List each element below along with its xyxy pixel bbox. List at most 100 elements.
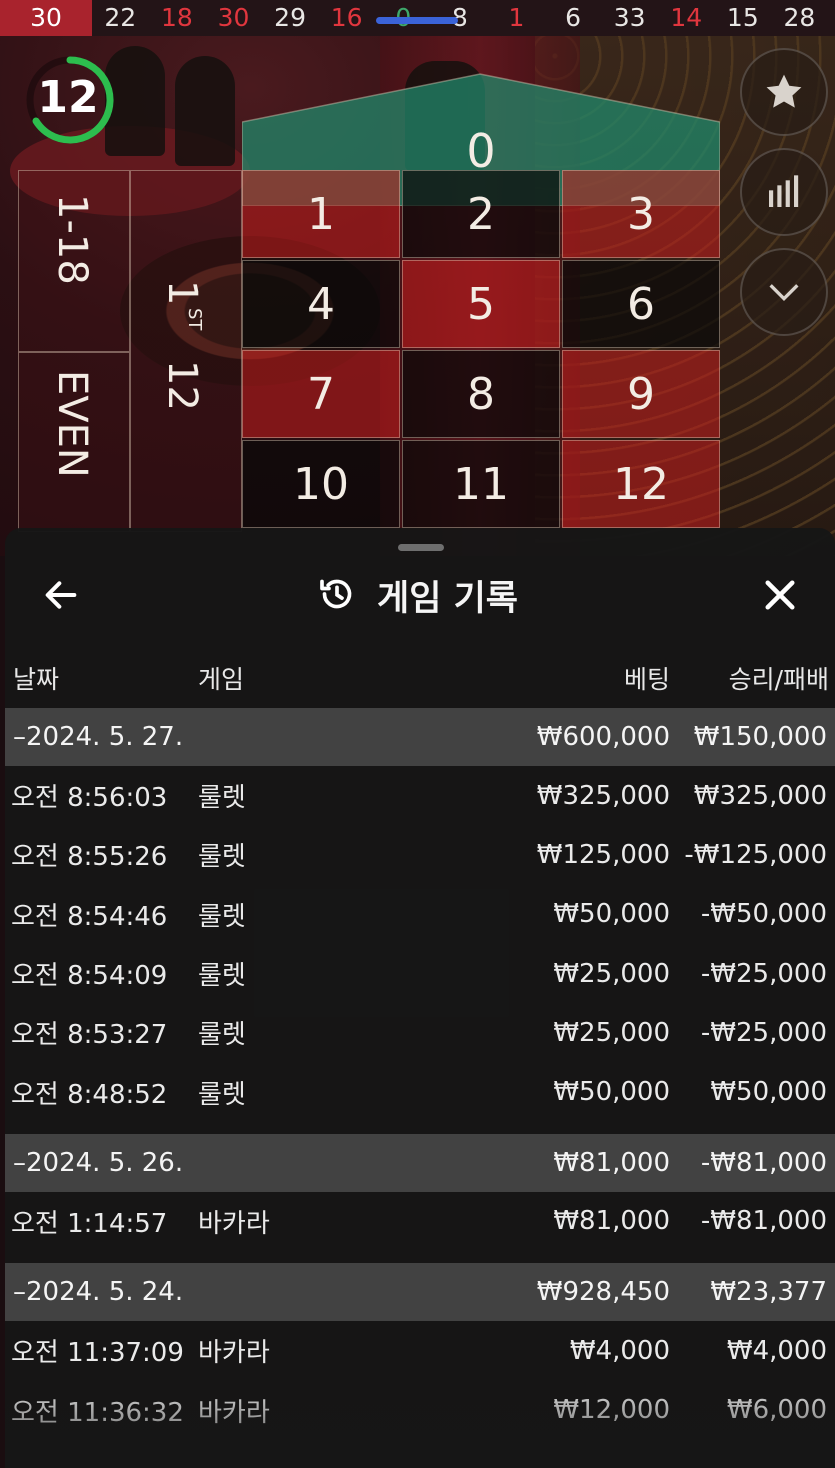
row-result: ₩50,000 bbox=[710, 1077, 827, 1108]
group-date: –2024. 5. 27. bbox=[13, 722, 184, 752]
recent-result-number: 30 bbox=[0, 0, 92, 36]
row-bet: ₩25,000 bbox=[553, 958, 670, 989]
row-bet: ₩50,000 bbox=[553, 1077, 670, 1108]
row-bet: ₩81,000 bbox=[553, 1206, 670, 1237]
history-row[interactable]: 오전 1:14:57 바카라 ₩81,000 -₩81,000 bbox=[5, 1192, 835, 1251]
bet-spot-number[interactable]: 9 bbox=[562, 350, 720, 438]
drag-handle[interactable] bbox=[398, 544, 444, 551]
bet-spot-number[interactable]: 1 bbox=[242, 170, 400, 258]
row-result: -₩25,000 bbox=[700, 958, 827, 989]
game-history-panel: 게임 기록 날짜 게임 베팅 승리/패배 –2024. 5. 27. ₩600,0… bbox=[5, 528, 835, 1468]
row-game: 바카라 bbox=[198, 1397, 270, 1428]
date-group-header[interactable]: –2024. 5. 24. ₩928,450 ₩23,377 bbox=[5, 1263, 835, 1322]
row-bet: ₩25,000 bbox=[553, 1017, 670, 1048]
history-row[interactable]: 오전 8:54:09 룰렛 ₩25,000 -₩25,000 bbox=[5, 944, 835, 1003]
row-time: 오전 8:54:09 bbox=[11, 961, 168, 992]
history-row[interactable]: 오전 11:37:09 바카라 ₩4,000 ₩4,000 bbox=[5, 1321, 835, 1380]
row-result: ₩325,000 bbox=[693, 780, 827, 811]
results-scroll-indicator bbox=[376, 17, 458, 24]
bet-spot-number[interactable]: 12 bbox=[562, 440, 720, 528]
row-result: -₩50,000 bbox=[700, 899, 827, 930]
dozen-bet-twelve: 12 bbox=[159, 360, 205, 411]
row-game: 룰렛 bbox=[198, 1079, 246, 1110]
star-icon bbox=[766, 74, 802, 108]
row-time: 오전 8:54:46 bbox=[11, 901, 168, 932]
recent-result-number: 22 bbox=[104, 3, 137, 32]
bet-spot-number[interactable]: 6 bbox=[562, 260, 720, 348]
recent-result-number: 18 bbox=[160, 3, 193, 32]
row-game: 룰렛 bbox=[198, 1020, 246, 1051]
recent-result-number: 6 bbox=[565, 3, 581, 32]
row-time: 오전 11:37:09 bbox=[11, 1338, 184, 1369]
row-game: 룰렛 bbox=[198, 901, 246, 932]
row-bet: ₩12,000 bbox=[553, 1395, 670, 1426]
chevron-down-icon bbox=[769, 284, 799, 302]
group-date: –2024. 5. 24. bbox=[13, 1277, 184, 1308]
low-bet-label: 1-18 bbox=[49, 194, 95, 285]
even-bet-label: EVEN bbox=[49, 370, 95, 478]
dozen-bet-number: 1 bbox=[159, 280, 205, 306]
bet-spot-number[interactable]: 7 bbox=[242, 350, 400, 438]
bet-spot-number[interactable]: 8 bbox=[402, 350, 560, 438]
bet-spot-number[interactable]: 5 bbox=[402, 260, 560, 348]
recent-result-number: 15 bbox=[726, 3, 759, 32]
panel-title: 게임 기록 bbox=[377, 579, 518, 619]
group-bet-total: ₩600,000 bbox=[536, 722, 670, 752]
history-row[interactable]: 오전 8:48:52 룰렛 ₩50,000 ₩50,000 bbox=[5, 1062, 835, 1121]
row-game: 룰렛 bbox=[198, 842, 246, 873]
dozen-bet-suffix: ST bbox=[184, 308, 205, 331]
bet-spot-first-dozen[interactable] bbox=[130, 170, 242, 532]
row-time: 오전 8:56:03 bbox=[11, 783, 168, 814]
row-result: -₩81,000 bbox=[700, 1206, 827, 1237]
bet-spot-number[interactable]: 11 bbox=[402, 440, 560, 528]
close-icon[interactable] bbox=[759, 574, 801, 616]
history-list: –2024. 5. 27. ₩600,000 ₩150,000 오전 8:56:03 룰… bbox=[5, 708, 835, 1440]
statistics-button[interactable] bbox=[740, 148, 828, 236]
group-date: –2024. 5. 26. bbox=[13, 1147, 184, 1178]
history-icon bbox=[320, 579, 352, 609]
collapse-button[interactable] bbox=[740, 248, 828, 336]
row-time: 오전 1:14:57 bbox=[11, 1208, 168, 1239]
history-row[interactable]: 오전 8:55:26 룰렛 ₩125,000 -₩125,000 bbox=[5, 825, 835, 884]
row-time: 오전 8:48:52 bbox=[11, 1079, 168, 1110]
group-result-total: ₩23,377 bbox=[710, 1277, 827, 1308]
group-bet-total: ₩928,450 bbox=[536, 1277, 670, 1308]
recent-result-number: 30 bbox=[217, 3, 250, 32]
recent-result-number: 28 bbox=[783, 3, 816, 32]
row-result: ₩4,000 bbox=[726, 1335, 827, 1366]
countdown-timer: 12 bbox=[37, 72, 99, 123]
date-group-header[interactable]: –2024. 5. 27. ₩600,000 ₩150,000 bbox=[5, 708, 835, 766]
recent-result-number: 29 bbox=[274, 3, 306, 32]
recent-result-number: 16 bbox=[330, 3, 363, 32]
row-bet: ₩125,000 bbox=[536, 839, 670, 870]
column-header-result: 승리/패배 bbox=[728, 665, 829, 694]
group-result-total: ₩150,000 bbox=[693, 722, 827, 752]
column-header-game: 게임 bbox=[198, 665, 245, 694]
row-bet: ₩50,000 bbox=[553, 899, 670, 930]
panel-header: 게임 기록 bbox=[5, 560, 835, 626]
group-bet-total: ₩81,000 bbox=[553, 1147, 670, 1178]
live-video-stage: 12 0 1 2 3 4 5 6 7 8 9 10 11 12 1-18 EVEN 1 ST 12 bbox=[0, 36, 835, 556]
history-row[interactable]: 오전 8:56:03 룰렛 ₩325,000 ₩325,000 bbox=[5, 766, 835, 825]
back-arrow-icon[interactable] bbox=[41, 575, 81, 615]
row-bet: ₩325,000 bbox=[536, 780, 670, 811]
date-group-header[interactable]: –2024. 5. 26. ₩81,000 -₩81,000 bbox=[5, 1133, 835, 1192]
favorite-button[interactable] bbox=[740, 48, 828, 136]
row-result: ₩6,000 bbox=[726, 1395, 827, 1426]
recent-result-number: 14 bbox=[670, 3, 703, 32]
bet-spot-number[interactable]: 4 bbox=[242, 260, 400, 348]
row-result: -₩25,000 bbox=[700, 1017, 827, 1048]
bet-spot-number[interactable]: 2 bbox=[402, 170, 560, 258]
group-result-total: -₩81,000 bbox=[700, 1147, 827, 1178]
bet-spot-number[interactable]: 10 bbox=[242, 440, 400, 528]
column-header-date: 날짜 bbox=[13, 665, 60, 694]
row-bet: ₩4,000 bbox=[569, 1335, 670, 1366]
dealer-figure bbox=[175, 56, 235, 166]
bet-spot-number[interactable]: 3 bbox=[562, 170, 720, 258]
row-game: 룰렛 bbox=[198, 783, 246, 814]
history-row[interactable]: 오전 8:54:46 룰렛 ₩50,000 -₩50,000 bbox=[5, 885, 835, 944]
history-row[interactable]: 오전 8:53:27 룰렛 ₩25,000 -₩25,000 bbox=[5, 1003, 835, 1062]
history-row[interactable]: 오전 11:36:32 바카라 ₩12,000 ₩6,000 bbox=[5, 1380, 835, 1439]
row-result: -₩125,000 bbox=[684, 839, 827, 870]
